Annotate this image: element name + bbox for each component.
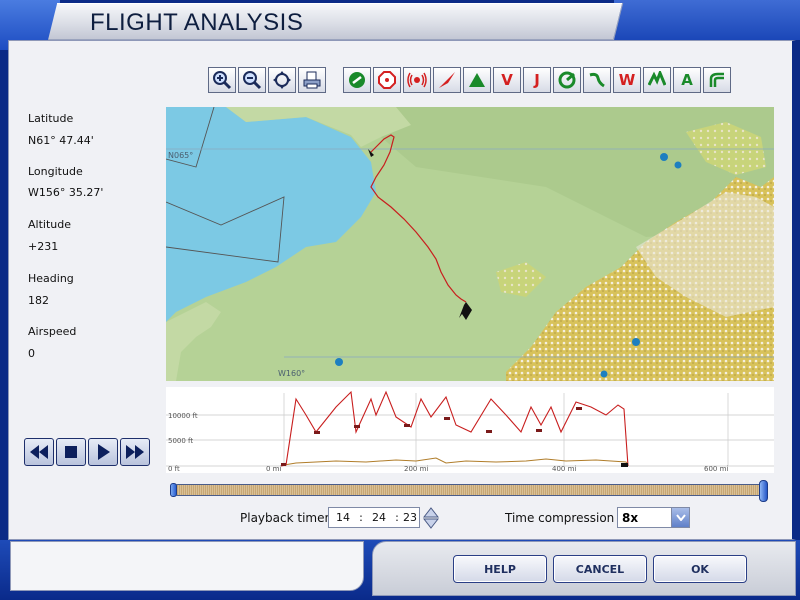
longitude-grid-label: W160° <box>278 369 306 378</box>
spinner-arrows-icon <box>422 507 440 529</box>
playback-slider-thumb[interactable] <box>759 480 768 502</box>
altitude-profile[interactable]: 10000 ft 5000 ft 0 ft 0 mi 200 mi 400 mi… <box>166 387 774 473</box>
playback-timer-field[interactable]: 14 : 24 : 23 <box>328 507 420 528</box>
cancel-button[interactable]: CANCEL <box>553 555 647 583</box>
print-icon[interactable] <box>298 67 326 93</box>
latitude-label: Latitude <box>28 112 74 125</box>
altitude-label-icon[interactable]: A <box>673 67 701 93</box>
play-icon <box>98 444 110 460</box>
latitude-value: N61° 47.44' <box>28 134 94 147</box>
fast-forward-icon <box>126 445 144 459</box>
altitude-profile-chart: 10000 ft 5000 ft 0 ft 0 mi 200 mi 400 mi… <box>166 387 774 473</box>
airport-icon[interactable] <box>343 67 371 93</box>
chevron-down-icon[interactable] <box>671 508 689 527</box>
heading-label: Heading <box>28 272 74 285</box>
footer-status-area <box>10 541 364 591</box>
airspeed-value: 0 <box>28 347 35 360</box>
terrain-icon[interactable] <box>583 67 611 93</box>
playback-slider[interactable] <box>172 484 766 496</box>
vor-icon[interactable] <box>403 67 431 93</box>
airspace-icon[interactable] <box>643 67 671 93</box>
weather-icon[interactable]: W <box>613 67 641 93</box>
x-axis-label: 400 mi <box>552 465 576 473</box>
help-button[interactable]: HELP <box>453 555 547 583</box>
approach-icon[interactable] <box>553 67 581 93</box>
time-compression-value: 8x <box>622 510 639 525</box>
map-canvas <box>166 107 774 381</box>
ok-button[interactable]: OK <box>653 555 747 583</box>
play-button[interactable] <box>88 438 118 466</box>
altitude-value: +231 <box>28 240 59 253</box>
rewind-button[interactable] <box>24 438 54 466</box>
x-axis-label: 200 mi <box>404 465 428 473</box>
x-axis-label: 600 mi <box>704 465 728 473</box>
timer-spinner[interactable] <box>422 507 440 529</box>
longitude-value: W156° 35.27' <box>28 186 104 199</box>
intersection-icon[interactable] <box>463 67 491 93</box>
ndb-icon[interactable] <box>373 67 401 93</box>
altitude-label: Altitude <box>28 218 71 231</box>
flight-map[interactable]: N065° W160° <box>166 107 774 381</box>
timer-minutes[interactable]: 24 <box>365 511 393 524</box>
time-compression-label: Time compression <box>505 511 615 525</box>
timer-separator: : <box>395 511 399 524</box>
runway-icon[interactable] <box>703 67 731 93</box>
playback-slider-start <box>170 483 177 497</box>
time-compression-select[interactable]: 8x <box>617 507 690 528</box>
map-filter-toolbar: VJ W A <box>343 67 731 93</box>
longitude-label: Longitude <box>28 165 83 178</box>
playback-timer-label: Playback timer <box>240 511 330 525</box>
zoom-out-icon[interactable] <box>238 67 266 93</box>
fast-forward-button[interactable] <box>120 438 150 466</box>
stop-button[interactable] <box>56 438 86 466</box>
heading-value: 182 <box>28 294 49 307</box>
y-axis-label: 5000 ft <box>168 437 193 445</box>
timer-seconds[interactable]: 23 <box>401 511 419 524</box>
stop-icon <box>65 446 77 458</box>
flight-path-icon[interactable] <box>433 67 461 93</box>
rewind-icon <box>30 445 48 459</box>
victor-airway-icon[interactable]: V <box>493 67 521 93</box>
playback-controls <box>24 438 150 466</box>
x-axis-label: 0 mi <box>266 465 281 473</box>
timer-hours[interactable]: 14 <box>329 511 357 524</box>
jet-airway-icon[interactable]: J <box>523 67 551 93</box>
y-axis-label: 0 ft <box>168 465 180 473</box>
window-title: FLIGHT ANALYSIS <box>90 9 304 36</box>
center-crosshair-icon[interactable] <box>268 67 296 93</box>
latitude-grid-label: N065° <box>168 151 194 160</box>
window-frame-right <box>614 0 800 40</box>
timer-separator: : <box>359 511 363 524</box>
zoom-in-icon[interactable] <box>208 67 236 93</box>
airspeed-label: Airspeed <box>28 325 77 338</box>
y-axis-label: 10000 ft <box>168 412 198 420</box>
view-toolbar <box>208 67 326 93</box>
